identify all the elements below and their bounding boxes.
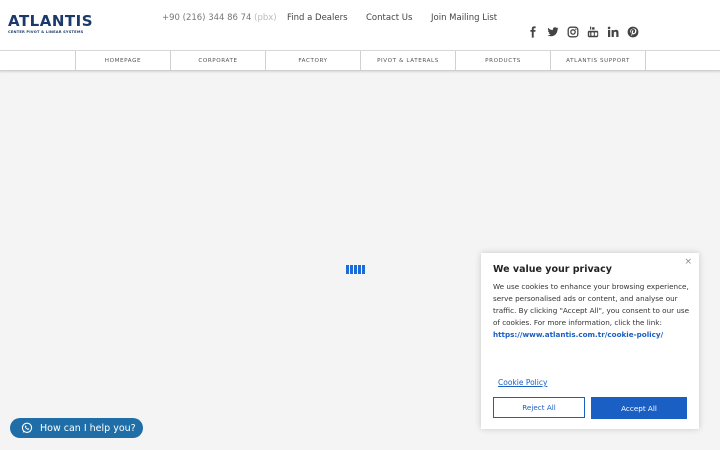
logo-wordmark: ATLANTIS (8, 12, 94, 30)
atlantis-logo[interactable]: ATLANTIS CENTER PIVOT & LINEAR SYSTEMS (8, 12, 94, 35)
linkedin-icon[interactable] (607, 26, 619, 38)
help-button-label: How can I help you? (40, 422, 136, 434)
contact-us-link[interactable]: Contact Us (366, 13, 412, 23)
main-navigation: HOMEPAGE CORPORATE FACTORY PIVOT & LATER… (0, 50, 720, 71)
loader-bar (362, 265, 365, 274)
instagram-icon[interactable] (567, 26, 579, 38)
cookie-policy-link[interactable]: Cookie Policy (498, 378, 547, 387)
nav-items-container: HOMEPAGE CORPORATE FACTORY PIVOT & LATER… (75, 51, 646, 70)
nav-item-homepage[interactable]: HOMEPAGE (76, 51, 171, 70)
logo-tagline: CENTER PIVOT & LINEAR SYSTEMS (8, 30, 84, 34)
cookie-dialog-title: We value your privacy (493, 264, 612, 275)
youtube-icon[interactable] (587, 26, 599, 38)
reject-all-button[interactable]: Reject All (493, 397, 585, 418)
nav-item-atlantis-support[interactable]: ATLANTIS SUPPORT (551, 51, 646, 70)
join-mailing-list-link[interactable]: Join Mailing List (431, 13, 497, 23)
cookie-consent-dialog: × We value your privacy We use cookies t… (481, 253, 699, 429)
loading-bars-icon (346, 265, 365, 274)
loader-bar (354, 265, 357, 274)
cookie-policy-url-link[interactable]: https://www.atlantis.com.tr/cookie-polic… (493, 329, 693, 341)
phone-extension: (pbx) (251, 13, 277, 23)
nav-item-corporate[interactable]: CORPORATE (171, 51, 266, 70)
whatsapp-icon (21, 422, 33, 434)
loader-bar (346, 265, 349, 274)
nav-item-pivot-laterals[interactable]: PIVOT & LATERALS (361, 51, 456, 70)
nav-item-products[interactable]: PRODUCTS (456, 51, 551, 70)
top-header: ATLANTIS CENTER PIVOT & LINEAR SYSTEMS +… (0, 0, 720, 50)
loader-bar (350, 265, 353, 274)
phone-digits: +90 (216) 344 86 74 (162, 13, 252, 23)
whatsapp-help-button[interactable]: How can I help you? (10, 418, 143, 438)
find-dealers-link[interactable]: Find a Dealers (287, 13, 348, 23)
twitter-icon[interactable] (547, 26, 559, 38)
close-icon[interactable]: × (684, 257, 692, 267)
facebook-icon[interactable] (527, 26, 539, 38)
nav-item-factory[interactable]: FACTORY (266, 51, 361, 70)
pinterest-icon[interactable] (627, 26, 639, 38)
phone-number[interactable]: +90 (216) 344 86 74 (pbx) (162, 13, 277, 23)
loader-bar (358, 265, 361, 274)
cookie-dialog-body: We use cookies to enhance your browsing … (493, 281, 693, 341)
accept-all-button[interactable]: Accept All (591, 397, 687, 419)
cookie-description: We use cookies to enhance your browsing … (493, 282, 690, 327)
